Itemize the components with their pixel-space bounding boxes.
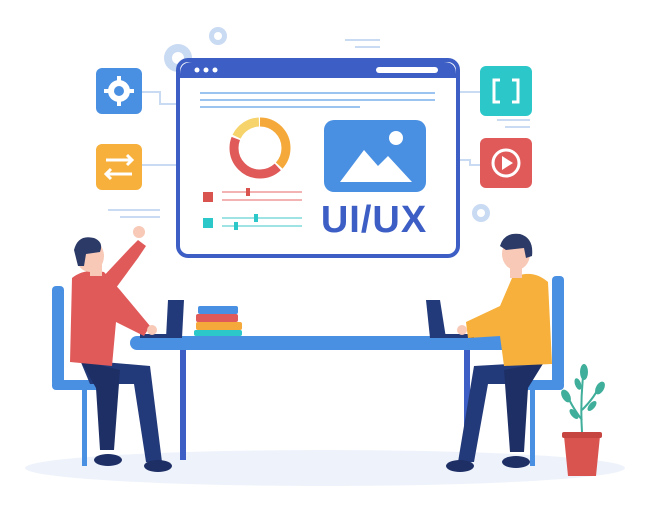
deco-gear-top-icon (209, 27, 227, 45)
window-dot (194, 67, 200, 73)
window-dot (203, 67, 209, 73)
window-dot (212, 67, 218, 73)
slider-swatch-red (203, 192, 213, 202)
laptop-right (426, 300, 474, 338)
image-placeholder-icon (324, 120, 426, 192)
slider-swatch-teal (203, 218, 213, 228)
headline-text: UI/UX (321, 199, 427, 241)
gear-card[interactable] (96, 68, 142, 114)
window-title-bar (376, 67, 438, 73)
browser-window: UI/UX (176, 58, 460, 258)
person-right (446, 233, 564, 472)
deco-gear-right-icon (472, 204, 490, 222)
book-stack (194, 306, 242, 336)
laptop-left (140, 300, 184, 338)
play-card[interactable] (480, 138, 532, 188)
code-card[interactable] (480, 66, 532, 116)
swap-card[interactable] (96, 144, 142, 190)
illustration-canvas: UI/UX (25, 27, 625, 486)
